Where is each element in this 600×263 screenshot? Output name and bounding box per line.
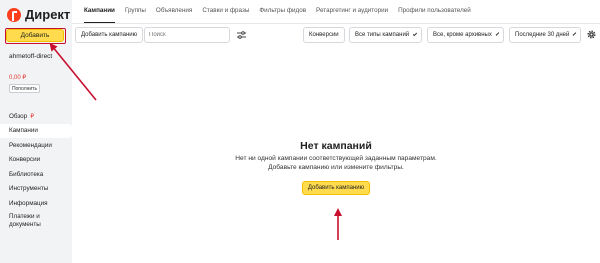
sidebar-item-tools[interactable]: Инструменты (0, 182, 72, 197)
sidebar-item-label: Рекомендации (9, 141, 52, 149)
sidebar-item-label: Платежи и документы (9, 212, 41, 228)
logo-text: Директ (25, 7, 71, 22)
add-campaign-toolbar-button[interactable]: Добавить кампанию (75, 27, 144, 43)
chevron-down-icon (573, 31, 577, 36)
app-root: Директ Добавить ahmetoff-direct 0,00 ₽ П… (0, 0, 600, 263)
tab-retargeting[interactable]: Ретаргетинг и аудитории (316, 7, 388, 23)
sidebar-nav: Обзор ₽ Кампании Рекомендации Конверсии … (0, 109, 72, 231)
conversions-button[interactable]: Конверсии (303, 27, 345, 43)
empty-state-line-2: Добавьте кампанию или измените фильтры. (268, 163, 404, 171)
sidebar-item-label: Информация (9, 199, 48, 207)
gear-icon[interactable] (586, 29, 597, 40)
status-filter-label: Все, кроме архивных (433, 32, 492, 38)
balance: 0,00 ₽ (9, 75, 27, 81)
empty-state: Нет кампаний Нет ни одной кампании соотв… (72, 140, 600, 195)
sidebar-item-label: Кампании (9, 127, 38, 135)
sidebar-item-campaigns[interactable]: Кампании (0, 123, 72, 138)
sidebar-item-overview[interactable]: Обзор ₽ (0, 109, 72, 124)
sidebar-item-label: Библиотека (9, 170, 44, 178)
chevron-down-icon (413, 31, 418, 36)
chevron-down-icon (495, 31, 500, 36)
tab-campaigns[interactable]: Кампании (84, 7, 115, 23)
tab-feed-filters[interactable]: Фильтры фидов (259, 7, 306, 23)
top-tabs: Кампании Группы Объявления Ставки и фраз… (72, 0, 600, 24)
empty-state-title: Нет кампаний (300, 140, 372, 152)
search-input[interactable] (144, 27, 230, 43)
sidebar-item-conversions[interactable]: Конверсии (0, 153, 72, 168)
empty-state-text: Нет ни одной кампании соответствующей за… (72, 155, 600, 172)
campaign-types-label: Все типы кампаний (355, 32, 410, 38)
sidebar-item-label: Конверсии (9, 156, 41, 164)
ruble-icon: ₽ (30, 113, 35, 120)
sidebar-item-label: Обзор (9, 112, 28, 120)
toolbar: Добавить кампанию Конверсии Все типы кам… (72, 27, 600, 43)
annotation-highlight-box (5, 28, 66, 44)
add-campaign-button[interactable]: Добавить кампанию (302, 181, 370, 195)
status-filter-select[interactable]: Все, кроме архивных (427, 27, 504, 43)
sidebar-item-label: Инструменты (9, 185, 49, 193)
logo[interactable]: Директ (7, 7, 70, 22)
account-name[interactable]: ahmetoff-direct (9, 53, 52, 60)
period-label: Последние 30 дней (515, 32, 570, 38)
tab-bids-phrases[interactable]: Ставки и фразы (202, 7, 249, 23)
campaign-types-select[interactable]: Все типы кампаний (349, 27, 422, 43)
tab-groups[interactable]: Группы (125, 7, 146, 23)
sidebar-item-recommendations[interactable]: Рекомендации (0, 138, 72, 153)
sidebar-item-information[interactable]: Информация (0, 196, 72, 211)
yandex-logo-icon (7, 7, 21, 22)
tab-ads[interactable]: Объявления (156, 7, 192, 23)
period-select[interactable]: Последние 30 дней (509, 27, 581, 43)
tab-user-profiles[interactable]: Профили пользователей (398, 7, 471, 23)
sidebar-item-library[interactable]: Библиотека (0, 167, 72, 182)
filter-settings-icon[interactable] (233, 27, 249, 43)
topup-button[interactable]: Пополнить (9, 84, 40, 93)
sidebar-item-payments[interactable]: Платежи и документы (0, 211, 72, 231)
empty-state-line-1: Нет ни одной кампании соответствующей за… (235, 155, 437, 162)
